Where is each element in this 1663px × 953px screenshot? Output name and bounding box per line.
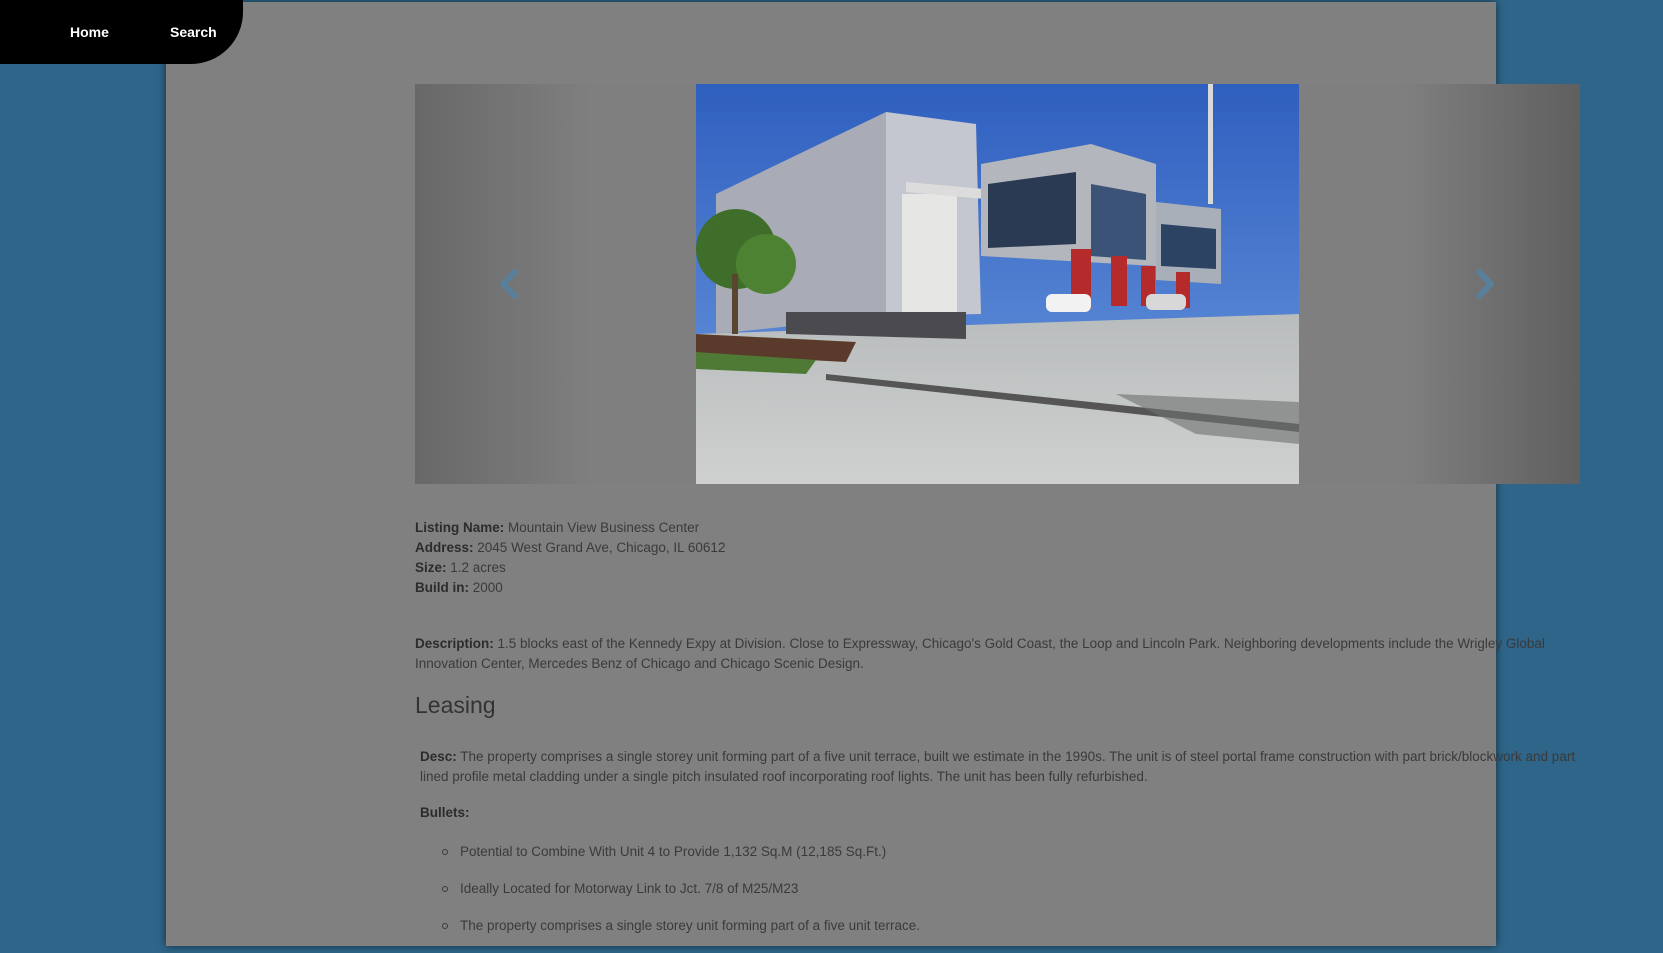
address-value: 2045 West Grand Ave, Chicago, IL 60612 [477, 540, 726, 555]
image-carousel [415, 84, 1580, 484]
carousel-slide-image [696, 84, 1299, 484]
nav-home-link[interactable]: Home [70, 24, 109, 40]
description-label: Description: [415, 636, 494, 651]
description-block: Description: 1.5 blocks east of the Kenn… [415, 634, 1580, 674]
leasing-heading: Leasing [415, 692, 496, 718]
build-value: 2000 [472, 580, 503, 595]
bullet-list: Potential to Combine With Unit 4 to Prov… [420, 842, 920, 953]
listing-name-label: Listing Name: [415, 520, 505, 535]
build-row: Build in: 2000 [415, 578, 725, 598]
size-value: 1.2 acres [450, 560, 506, 575]
address-row: Address: 2045 West Grand Ave, Chicago, I… [415, 538, 725, 558]
leasing-description: Desc: The property comprises a single st… [420, 747, 1582, 787]
list-item: Potential to Combine With Unit 4 to Prov… [420, 842, 920, 879]
page-container: Listing Name: Mountain View Business Cen… [166, 2, 1580, 946]
listing-details: Listing Name: Mountain View Business Cen… [415, 518, 725, 598]
bullets-label: Bullets: [420, 805, 470, 820]
carousel-prev-button[interactable] [493, 267, 527, 301]
list-item: The property comprises a single storey u… [420, 916, 920, 953]
listing-name-row: Listing Name: Mountain View Business Cen… [415, 518, 725, 538]
leasing-desc-value: The property comprises a single storey u… [420, 749, 1576, 784]
list-item: Ideally Located for Motorway Link to Jct… [420, 879, 920, 916]
chevron-left-icon [500, 269, 518, 299]
top-navbar: Home Search [0, 0, 243, 64]
listing-name-value: Mountain View Business Center [508, 520, 700, 535]
nav-search-link[interactable]: Search [170, 24, 217, 40]
address-label: Address: [415, 540, 474, 555]
description-value: 1.5 blocks east of the Kennedy Expy at D… [415, 636, 1545, 671]
carousel-next-button[interactable] [1467, 267, 1501, 301]
leasing-desc-label: Desc: [420, 749, 457, 764]
chevron-right-icon [1476, 269, 1494, 299]
size-row: Size: 1.2 acres [415, 558, 725, 578]
size-label: Size: [415, 560, 447, 575]
build-label: Build in: [415, 580, 469, 595]
